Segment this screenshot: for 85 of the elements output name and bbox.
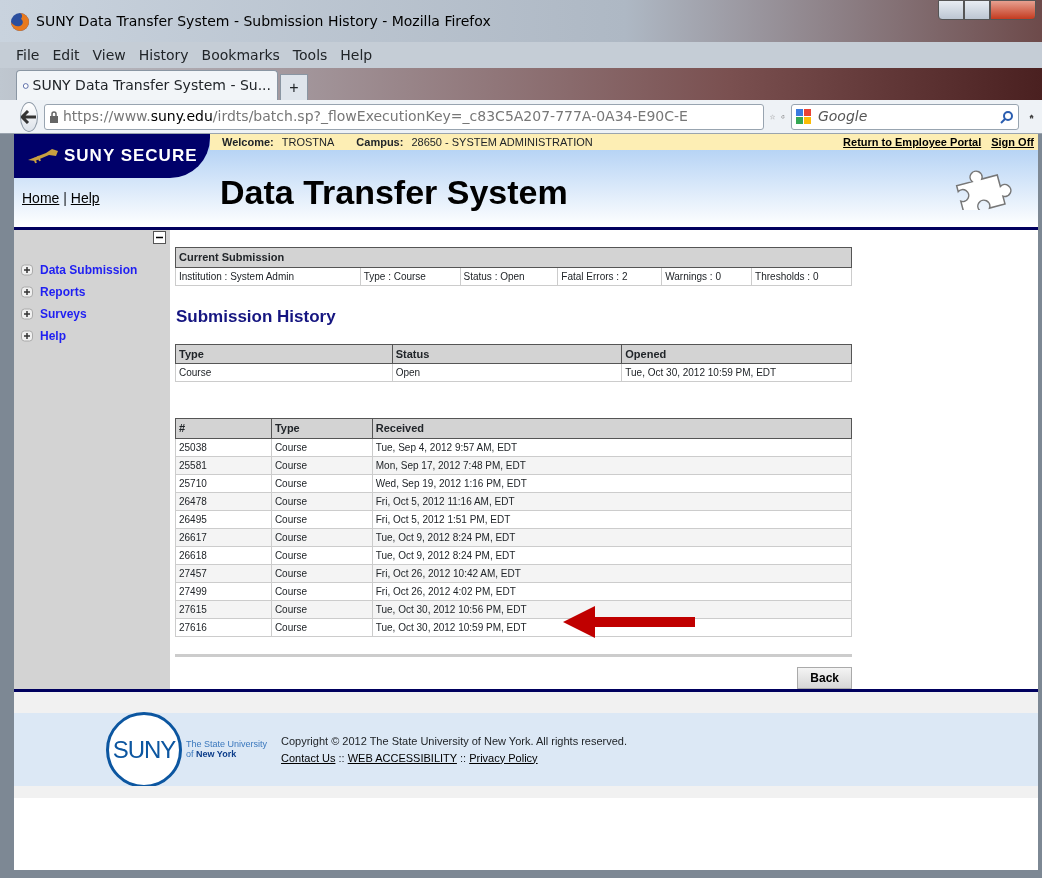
table-cell: Fri, Oct 26, 2012 4:02 PM, EDT	[372, 582, 852, 601]
table-cell: 26495	[175, 510, 272, 529]
welcome-label: Welcome:	[222, 134, 274, 150]
table-title: Current Submission	[175, 247, 852, 267]
table-cell: Course	[271, 582, 373, 601]
tagline: The State University	[186, 739, 268, 750]
expand-icon[interactable]	[20, 286, 34, 298]
new-tab-button[interactable]: +	[280, 74, 308, 100]
table-cell: Fatal Errors : 2	[557, 267, 662, 285]
address-field[interactable]: https://www.suny.edu/irdts/batch.sp?_flowExecutionKey=_c83C5A207-777A-0A34-E90C-E	[44, 103, 764, 130]
table-cell: Tue, Oct 9, 2012 8:24 PM, EDT	[372, 546, 852, 565]
sidebar-item[interactable]: Reports	[40, 283, 86, 301]
footer-logo: SUNY	[106, 711, 182, 788]
table-cell: Fri, Oct 5, 2012 1:51 PM, EDT	[372, 510, 852, 529]
lock-icon	[49, 110, 59, 123]
search-icon[interactable]	[999, 109, 1014, 124]
maximize-button[interactable]	[964, 0, 990, 20]
key-icon	[26, 147, 60, 165]
table-cell: 25038	[175, 438, 272, 457]
table-cell: Course	[175, 363, 393, 382]
table-cell: Institution : System Admin	[175, 267, 361, 285]
campus-name: 28650 - SYSTEM ADMINISTRATION	[411, 134, 593, 150]
table-cell: Tue, Sep 4, 2012 9:57 AM, EDT	[372, 438, 852, 457]
table-cell: Course	[271, 546, 373, 565]
table-cell: 27499	[175, 582, 272, 601]
table-cell: Course	[271, 474, 373, 493]
expand-icon[interactable]	[20, 264, 34, 276]
tagline: of New York	[186, 749, 237, 760]
table-cell: Tue, Oct 30, 2012 10:59 PM, EDT	[621, 363, 852, 382]
portal-link[interactable]: Return to Employee Portal	[843, 133, 982, 151]
user-name: TROSTNA	[281, 134, 335, 150]
section-heading: Submission History	[176, 306, 337, 327]
table-cell: Status : Open	[460, 267, 558, 285]
firefox-icon	[10, 11, 30, 32]
table-cell: 27616	[175, 618, 272, 637]
nav-link[interactable]: Home	[22, 190, 60, 206]
table-cell: Course	[271, 618, 373, 637]
collapse-icon[interactable]	[153, 231, 166, 244]
minimize-button[interactable]	[938, 0, 964, 20]
column-header: Type	[175, 344, 393, 364]
logo-text: SUNY SECURE	[64, 145, 198, 168]
google-icon	[795, 108, 812, 125]
column-header: Opened	[621, 344, 852, 364]
search-bar[interactable]: Google	[790, 103, 1019, 130]
close-button[interactable]	[990, 0, 1036, 20]
table-cell: Open	[392, 363, 622, 382]
column-header: #	[175, 418, 272, 439]
sidebar-item[interactable]: Surveys	[40, 305, 87, 323]
campus-label: Campus:	[356, 134, 404, 150]
sign-off-link[interactable]: Sign Off	[991, 133, 1034, 151]
menu-item[interactable]: History	[136, 44, 191, 66]
footer-link[interactable]: Privacy Policy	[469, 751, 538, 764]
table-cell: Course	[271, 438, 373, 457]
table-cell: 25710	[175, 474, 272, 493]
copyright-text: Copyright © 2012 The State University of New York. All rights reserved.	[281, 734, 628, 749]
sidebar-item[interactable]: Help	[40, 327, 66, 345]
table-cell: Type : Course	[360, 267, 460, 285]
menu-item[interactable]: Tools	[290, 44, 330, 66]
browser-tab[interactable]: SUNY Data Transfer System - Su...	[16, 70, 278, 100]
menu-item[interactable]: View	[90, 44, 128, 66]
menu-item[interactable]: Help	[338, 44, 375, 66]
footer-link[interactable]: WEB ACCESSIBILITY	[347, 751, 457, 764]
column-header: Status	[392, 344, 622, 364]
expand-icon[interactable]	[20, 308, 34, 320]
table-cell: 26618	[175, 546, 272, 565]
nav-link[interactable]: Help	[70, 190, 100, 206]
footer-link[interactable]: Contact Us	[281, 751, 336, 764]
separator: ::	[337, 751, 346, 764]
back-button[interactable]: Back	[797, 666, 852, 689]
back-button[interactable]	[20, 101, 38, 132]
table-cell: Course	[271, 510, 373, 529]
menu-item[interactable]: File	[14, 44, 42, 66]
sidebar-item[interactable]: Data Submission	[40, 261, 138, 279]
separator: |	[62, 190, 68, 206]
column-header: Type	[271, 418, 373, 439]
table-cell: Warnings : 0	[661, 267, 752, 285]
column-header: Received	[372, 418, 852, 439]
table-cell: Wed, Sep 19, 2012 1:16 PM, EDT	[372, 474, 852, 493]
expand-icon[interactable]	[20, 330, 34, 342]
menu-item[interactable]: Bookmarks	[199, 44, 282, 66]
table-cell: Thresholds : 0	[751, 267, 852, 285]
window-title: SUNY Data Transfer System - Submission History - Mozilla Firefox	[36, 11, 491, 31]
separator: ::	[458, 751, 468, 764]
menu-item[interactable]: Edit	[50, 44, 82, 66]
page-title: Data Transfer System	[220, 172, 568, 213]
